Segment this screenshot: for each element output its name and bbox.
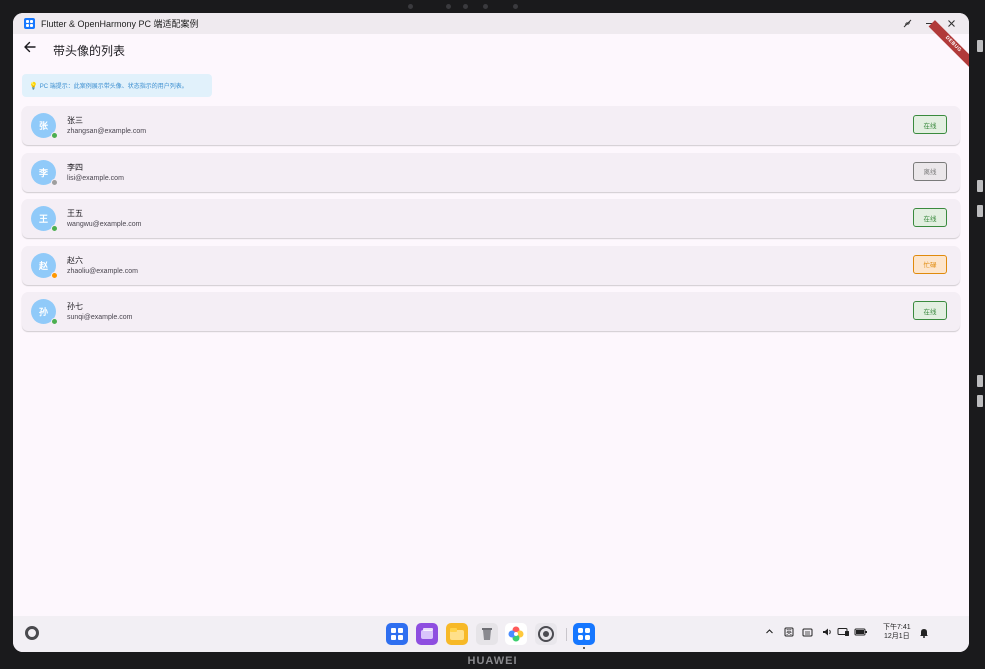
status-chip[interactable]: 在线 (913, 301, 947, 320)
status-chip[interactable]: 忙碌 (913, 254, 947, 274)
lightbulb-icon: 💡 (29, 82, 38, 90)
user-name: 王五 (67, 209, 83, 218)
minimize-icon[interactable] (896, 13, 918, 34)
multi-window-icon[interactable] (416, 623, 438, 645)
window-title: Flutter & OpenHarmony PC 端适配案例 (41, 19, 199, 29)
list-item-user-0[interactable]: 张 张三 zhangsan@example.com 在线 (22, 106, 960, 145)
display-icon[interactable] (837, 627, 850, 639)
window-title-bar[interactable]: Flutter & OpenHarmony PC 端适配案例 (13, 13, 969, 34)
notification-bell-icon[interactable] (919, 627, 929, 640)
list-item-user-2[interactable]: 王 王五 wangwu@example.com 在线 (22, 199, 960, 238)
list-item-user-3[interactable]: 赵 赵六 zhaoliu@example.com 忙碌 (22, 245, 960, 285)
flutter-app-icon[interactable] (573, 623, 595, 645)
right-edge-marks (975, 30, 985, 430)
battery-icon[interactable] (854, 627, 868, 639)
list-item-user-4[interactable]: 孙 孙七 sunqi@example.com 在线 (22, 292, 960, 331)
user-name: 李四 (67, 162, 83, 172)
svg-text:英: 英 (786, 629, 792, 637)
hint-text: PC 端提示：此案例展示带头像、状态指示的用户列表。 (39, 84, 188, 90)
trash-icon[interactable] (476, 623, 498, 645)
user-email: zhangsan@example.com (67, 128, 147, 135)
user-name: 孙七 (67, 302, 83, 311)
chevron-up-icon[interactable] (765, 627, 774, 638)
status-dot (51, 132, 58, 139)
page-title: 带头像的列表 (53, 44, 126, 58)
settings-icon[interactable] (535, 623, 557, 645)
user-list: 张 张三 zhangsan@example.com 在线 李 李四 lisi@e… (22, 106, 960, 339)
clock-date: 12月1日 (883, 633, 910, 640)
photos-icon[interactable] (505, 623, 527, 645)
user-email: sunqi@example.com (67, 314, 133, 321)
status-chip[interactable]: 离线 (913, 161, 947, 181)
system-clock[interactable]: 下午7:41 12月1日 (883, 623, 911, 641)
input-method-icon[interactable]: 英 (784, 627, 794, 639)
device-brand: HUAWEI (467, 655, 518, 667)
app-logo-icon (24, 18, 35, 29)
list-item-user-1[interactable]: 李 李四 lisi@example.com 离线 (22, 152, 960, 192)
status-chip[interactable]: 在线 (913, 115, 947, 134)
status-chip[interactable]: 在线 (913, 208, 947, 227)
app-bar: 带头像的列表 DEBUG (13, 20, 969, 69)
user-name: 张三 (67, 116, 83, 125)
volume-icon[interactable] (822, 627, 833, 639)
taskbar: 英 下午7:41 12月1日 (13, 616, 969, 652)
pc-hint-banner: 💡 PC 端提示：此案例展示带头像、状态指示的用户列表。 (22, 74, 212, 97)
status-dot (51, 318, 58, 325)
user-email: lisi@example.com (67, 174, 124, 182)
user-name: 赵六 (67, 255, 83, 265)
user-email: wangwu@example.com (67, 221, 142, 228)
files-icon[interactable] (446, 623, 468, 645)
camera-strip (408, 3, 518, 11)
user-email: zhaoliu@example.com (67, 267, 138, 275)
clock-time: 下午7:41 (883, 624, 911, 631)
arrow-left-icon[interactable] (22, 39, 38, 55)
device-frame: Flutter & OpenHarmony PC 端适配案例 带头像的列表 DE… (0, 0, 985, 669)
status-dot (51, 225, 58, 232)
keyboard-icon[interactable] (802, 627, 813, 639)
status-dot (51, 178, 58, 186)
app-grid-icon[interactable] (386, 623, 408, 645)
screen: Flutter & OpenHarmony PC 端适配案例 带头像的列表 DE… (13, 13, 969, 652)
status-dot (51, 271, 58, 279)
start-menu-icon[interactable] (25, 626, 39, 640)
